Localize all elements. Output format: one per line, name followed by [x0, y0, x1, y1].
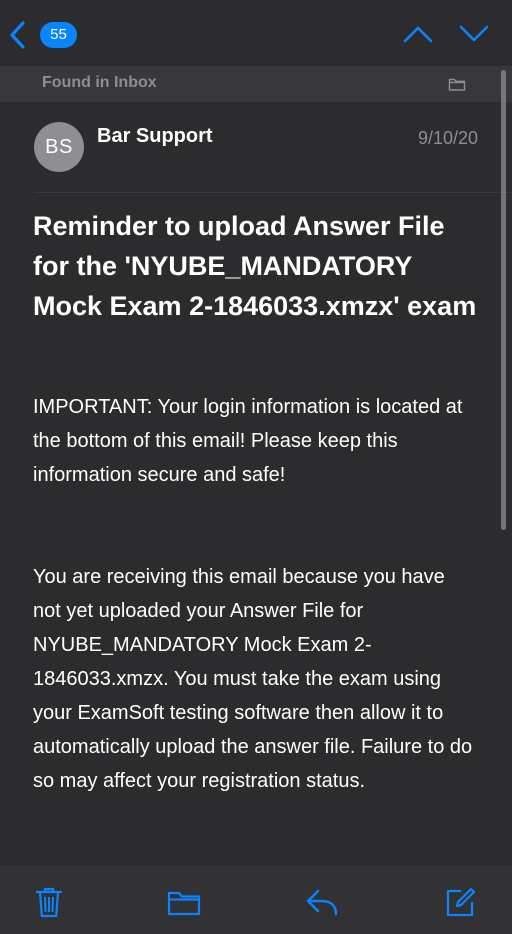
- compose-icon[interactable]: [443, 885, 477, 919]
- found-in-label: Found in Inbox: [42, 74, 157, 91]
- mail-screen: 55 Found in Inbox BS Bar Support 9/10/20…: [0, 0, 512, 934]
- reply-icon[interactable]: [305, 885, 339, 919]
- message-date: 9/10/20: [417, 128, 478, 148]
- trash-icon[interactable]: [32, 885, 66, 919]
- message-body-paragraph: You are receiving this email because you…: [33, 566, 473, 792]
- chevron-left-icon: [10, 21, 25, 49]
- divider: [34, 192, 512, 193]
- move-to-folder-icon[interactable]: [167, 885, 201, 919]
- folder-icon: [448, 78, 466, 91]
- chevron-down-icon[interactable]: [458, 22, 490, 46]
- unread-count-badge[interactable]: 55: [40, 22, 77, 48]
- scrollbar[interactable]: [501, 70, 506, 530]
- top-navigation-bar: 55: [0, 0, 512, 66]
- found-in-inbox-banner[interactable]: Found in Inbox: [0, 66, 512, 102]
- bottom-toolbar: [0, 866, 512, 934]
- chevron-up-icon[interactable]: [402, 22, 434, 46]
- sender-name[interactable]: Bar Support: [97, 125, 213, 148]
- message-body-paragraph: IMPORTANT: Your login information is loc…: [33, 396, 463, 486]
- avatar[interactable]: BS: [34, 122, 84, 172]
- message-subject: Reminder to upload Answer File for the '…: [33, 211, 477, 321]
